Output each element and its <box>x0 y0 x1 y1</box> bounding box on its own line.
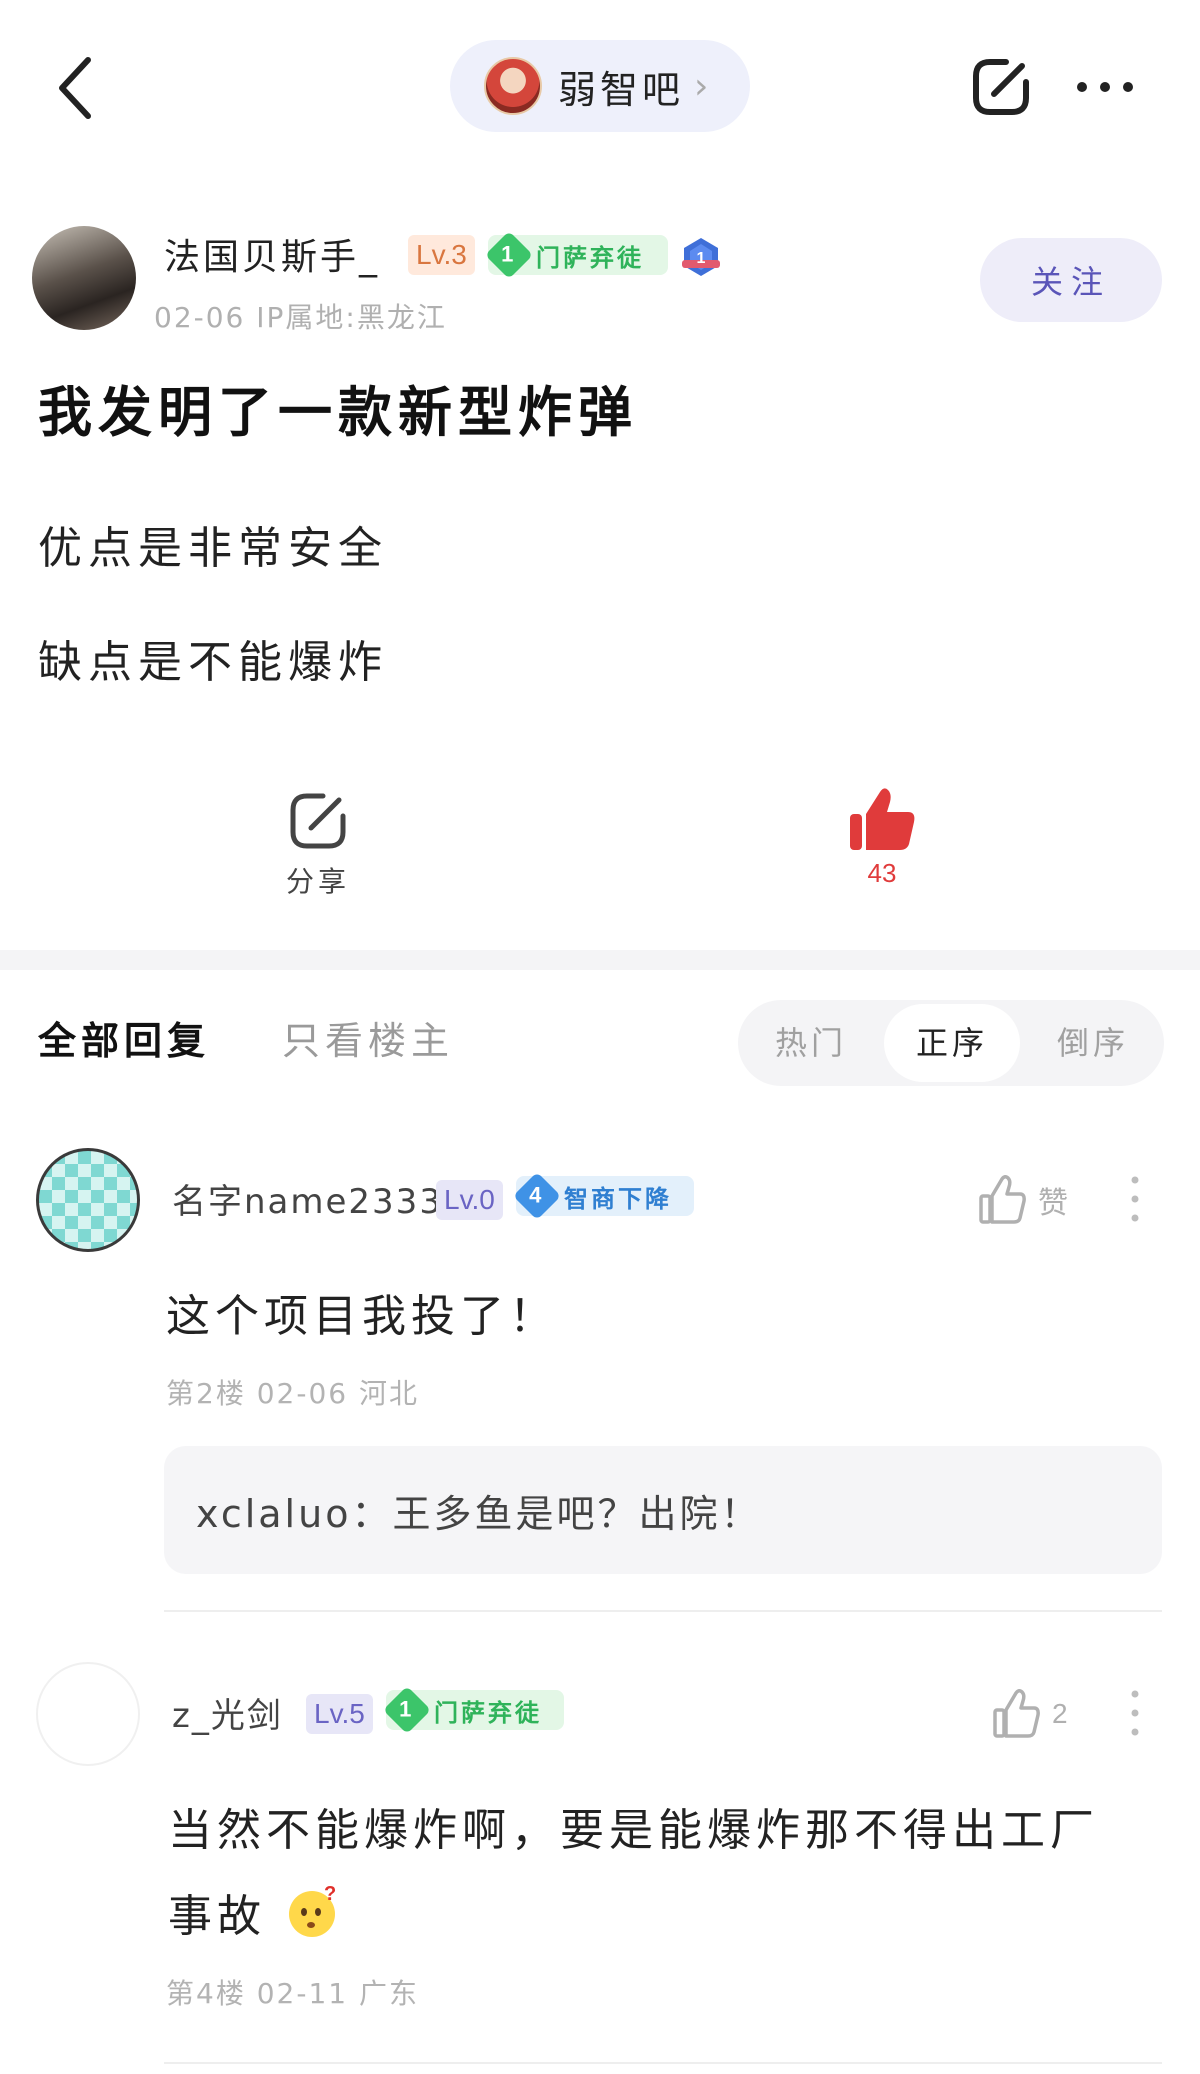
author-name[interactable]: 法国贝斯手_ <box>164 228 380 280</box>
title-badge: 1 门萨弃徒 <box>484 230 668 280</box>
tab-all-replies[interactable]: 全部回复 <box>38 1010 210 1065</box>
reply-text: 这个项目我投了！ <box>166 1291 558 1342</box>
reply-like-button[interactable]: 赞 <box>978 1170 1088 1230</box>
level-badge: Lv.3 <box>408 235 475 275</box>
post-title: 我发明了一款新型炸弹 <box>38 381 638 444</box>
reply-meta: 第2楼 02-06 河北 <box>166 1377 419 1410</box>
title-badge: 1 门萨弃徒 <box>382 1685 564 1735</box>
thinking-face-icon: ? <box>289 1884 340 1937</box>
chevron-right-icon: › <box>694 65 709 107</box>
share-icon <box>290 793 346 849</box>
like-count: 2 <box>1052 1698 1068 1729</box>
share-button[interactable]: 分享 <box>268 790 368 900</box>
sort-toggle: 热门 正序 倒序 <box>738 1000 1164 1086</box>
level-badge: Lv.0 <box>436 1180 503 1220</box>
post-body-line: 缺点是不能爆炸 <box>38 637 388 688</box>
like-label: 赞 <box>1038 1186 1068 1221</box>
badge-title: 门萨弃徒 <box>536 243 644 272</box>
badge-diamond-icon: 4 <box>512 1171 562 1221</box>
reply-avatar[interactable] <box>36 1662 140 1766</box>
sort-hot[interactable]: 热门 <box>756 1000 866 1086</box>
badge-title: 门萨弃徒 <box>434 1698 542 1727</box>
reply-divider <box>164 1610 1162 1612</box>
reply-avatar[interactable] <box>36 1148 140 1252</box>
sort-ascending[interactable]: 正序 <box>884 1004 1020 1082</box>
reply-author[interactable]: z_光剑 <box>172 1688 283 1737</box>
section-divider <box>0 950 1200 970</box>
tab-op-only[interactable]: 只看楼主 <box>282 1010 454 1065</box>
post-meta: 02-06 IP属地:黑龙江 <box>154 301 447 334</box>
badge-diamond-icon: 1 <box>484 230 534 280</box>
reply-text: 当然不能爆炸啊，要是能爆炸那不得出工厂 <box>168 1805 1099 1856</box>
title-badge: 4 智商下降 <box>512 1171 694 1221</box>
badge-title: 智商下降 <box>564 1184 672 1213</box>
follow-button[interactable]: 关注 <box>980 238 1162 322</box>
forum-pill[interactable]: 弱智吧 › <box>450 40 750 132</box>
reply-author[interactable]: 名字name2333 <box>172 1174 443 1223</box>
back-icon[interactable] <box>48 52 104 124</box>
author-avatar[interactable] <box>32 226 136 330</box>
like-count: 43 <box>867 858 897 888</box>
sort-descending[interactable]: 倒序 <box>1038 1000 1148 1086</box>
reply-like-button[interactable]: 2 <box>992 1684 1082 1744</box>
badge-diamond-icon: 1 <box>382 1685 432 1735</box>
thumbs-up-icon <box>979 1174 1026 1224</box>
reply-text: 事故 <box>168 1891 266 1942</box>
like-button[interactable]: 43 <box>832 784 932 889</box>
reply-meta: 第4楼 02-11 广东 <box>166 1977 419 2010</box>
post-body-line: 优点是非常安全 <box>38 523 388 574</box>
more-vertical-icon[interactable] <box>1130 1174 1140 1224</box>
more-horizontal-icon[interactable] <box>1074 74 1136 100</box>
forum-avatar <box>484 57 542 115</box>
reply-divider <box>164 2062 1162 2064</box>
svg-text:1: 1 <box>697 250 706 267</box>
thumbs-up-icon <box>850 788 915 850</box>
share-label: 分享 <box>285 865 350 898</box>
level-badge: Lv.5 <box>306 1694 373 1734</box>
forum-name: 弱智吧 <box>558 67 685 112</box>
reply-text-line: 事故 ? <box>168 1880 340 1944</box>
more-vertical-icon[interactable] <box>1130 1688 1140 1738</box>
sub-reply[interactable]: xclaluo：王多鱼是吧？出院！ <box>164 1446 1162 1574</box>
thumbs-up-icon <box>993 1688 1040 1738</box>
share-icon[interactable] <box>970 56 1032 118</box>
svg-text:?: ? <box>324 1884 340 1905</box>
medal-icon: 1 <box>682 238 720 276</box>
